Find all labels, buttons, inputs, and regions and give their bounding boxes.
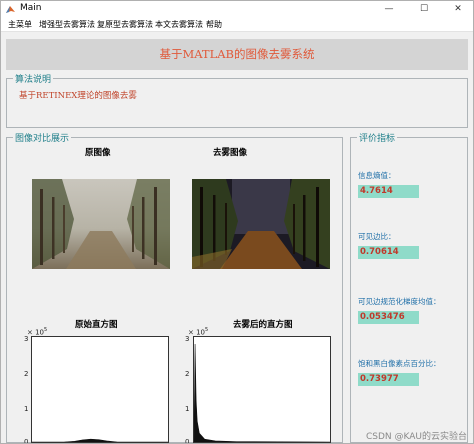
minimize-button[interactable]: — <box>374 1 404 18</box>
maximize-button[interactable]: ☐ <box>409 1 439 18</box>
menu-help[interactable]: 帮助 <box>206 19 222 30</box>
visible-edge-ratio-value: 0.70614 <box>358 246 419 259</box>
hist2-ytick-2: 2 <box>185 370 190 378</box>
menu-proposed-dehaze[interactable]: 本文去雾算法 <box>155 19 203 30</box>
metrics-panel: 评价指标 信息熵值： 4.7614 可见边比： 0.70614 可见边规范化梯度… <box>350 131 468 443</box>
hist1-ytick-0: 0 <box>24 438 29 444</box>
original-histogram-axes <box>31 336 169 443</box>
dehazed-histogram-plot <box>193 343 331 443</box>
algorithm-description: 基于RETINEX理论的图像去雾 <box>19 91 137 101</box>
figure-area: 基于MATLAB的图像去雾系统 算法说明 基于RETINEX理论的图像去雾 图像… <box>1 32 473 444</box>
gradient-mean-label: 可见边规范化梯度均值： <box>358 297 441 306</box>
dehazed-image <box>192 179 330 269</box>
algorithm-panel-title: 算法说明 <box>13 72 54 85</box>
close-button[interactable]: ✕ <box>443 1 473 18</box>
menu-enhance-dehaze[interactable]: 增强型去雾算法 <box>39 19 95 30</box>
dehazed-histogram-label: 去雾后的直方图 <box>233 320 293 330</box>
original-histogram-area <box>32 438 168 443</box>
original-image <box>32 179 170 269</box>
hist1-scale-label: × 105 <box>27 327 48 337</box>
comparison-panel: 图像对比展示 原图像 去雾图像 原始直方图 去雾后的直方图 × 105 3 2 … <box>6 131 343 444</box>
dehazed-histogram-axes <box>193 336 331 443</box>
menu-main[interactable]: 主菜单 <box>8 19 32 30</box>
watermark: CSDN @KAU的云实验台 <box>365 432 467 442</box>
hist2-ytick-3: 3 <box>185 335 190 343</box>
saturated-pixels-value: 0.73977 <box>358 373 419 386</box>
menu-restore-dehaze[interactable]: 复原型去雾算法 <box>97 19 153 30</box>
hist2-ytick-0: 0 <box>185 438 190 444</box>
metrics-panel-title: 评价指标 <box>357 131 398 144</box>
dehazed-histogram-area <box>193 343 331 443</box>
entropy-label: 信息熵值： <box>358 171 396 180</box>
visible-edge-ratio-label: 可见边比： <box>358 232 396 241</box>
gradient-mean-value: 0.053476 <box>358 311 419 324</box>
main-window: Main — ☐ ✕ 主菜单 增强型去雾算法 复原型去雾算法 本文去雾算法 帮助… <box>0 0 474 444</box>
hist2-scale-label: × 105 <box>188 327 209 337</box>
original-histogram-label: 原始直方图 <box>75 320 118 330</box>
menu-bar: 主菜单 增强型去雾算法 复原型去雾算法 本文去雾算法 帮助 <box>1 18 473 32</box>
hist1-ytick-1: 1 <box>24 405 29 413</box>
algorithm-panel: 算法说明 基于RETINEX理论的图像去雾 <box>6 72 468 128</box>
dehazed-image-label: 去雾图像 <box>213 148 248 158</box>
page-title: 基于MATLAB的图像去雾系统 <box>159 47 315 61</box>
saturated-pixels-label: 饱和黑白像素点百分比： <box>358 359 441 368</box>
comparison-panel-title: 图像对比展示 <box>13 131 72 144</box>
hist2-ytick-1: 1 <box>185 405 190 413</box>
matlab-icon <box>6 6 15 13</box>
original-image-label: 原图像 <box>85 148 111 158</box>
original-histogram-plot <box>32 438 168 443</box>
header-banner: 基于MATLAB的图像去雾系统 <box>6 39 468 70</box>
entropy-value: 4.7614 <box>358 185 419 198</box>
window-title: Main <box>20 3 42 13</box>
hist1-ytick-3: 3 <box>24 335 29 343</box>
title-bar[interactable]: Main — ☐ ✕ <box>1 1 473 18</box>
hist1-ytick-2: 2 <box>24 370 29 378</box>
